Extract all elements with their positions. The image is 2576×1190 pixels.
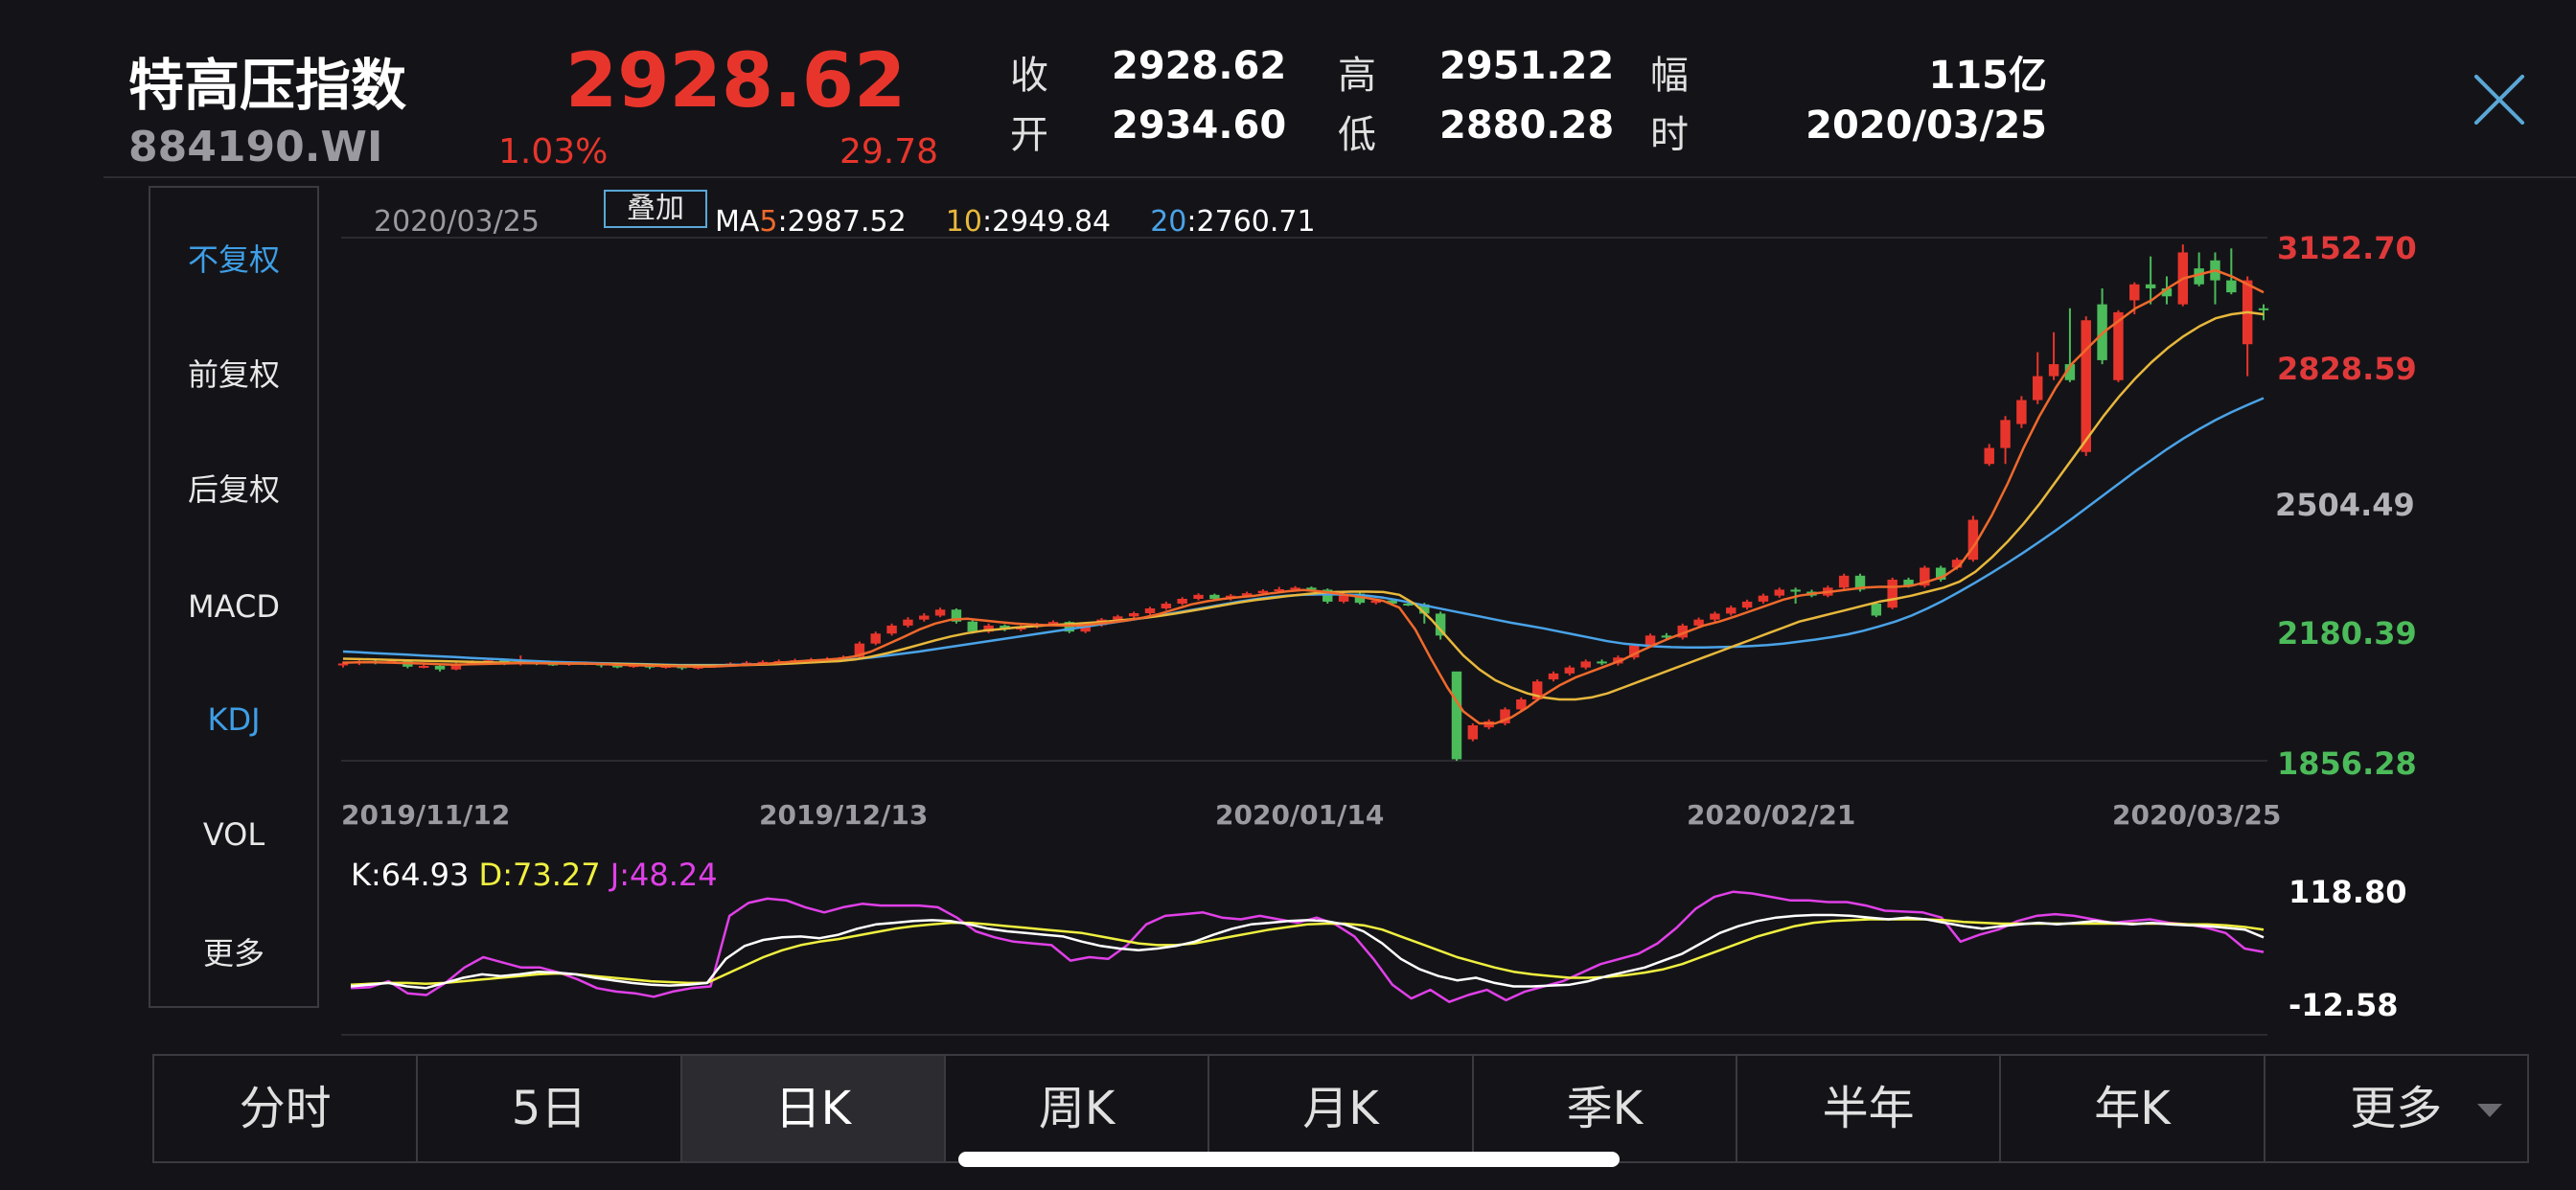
candle-body <box>1597 661 1607 664</box>
candle-body <box>1580 661 1591 668</box>
candle-body <box>1209 594 1220 600</box>
tab-monthly-k[interactable]: 月K <box>1209 1056 1474 1161</box>
candle-body <box>1838 575 1850 588</box>
candle-body <box>1564 667 1576 674</box>
candle-body <box>1128 612 1139 617</box>
period-tab-bar: 分时 5日 日K 周K 月K 季K 半年 年K 更多 <box>152 1054 2529 1163</box>
kdj-lines <box>350 890 2265 1003</box>
candle-body <box>903 619 913 626</box>
chart-grid <box>341 237 2267 1036</box>
candle-body <box>1693 619 1704 626</box>
candle-body <box>1984 447 1994 465</box>
kline-chart[interactable] <box>0 0 2576 1190</box>
tab-intraday[interactable]: 分时 <box>154 1056 419 1161</box>
candle-body <box>1451 671 1462 760</box>
kdj-k-line <box>350 913 2265 990</box>
candle-body <box>2016 400 2027 424</box>
candle-body <box>2129 284 2140 301</box>
candle-body <box>2000 420 2011 448</box>
candle-body <box>1871 604 1882 616</box>
candle-body <box>919 615 930 620</box>
kdj-j-line <box>350 890 2265 1003</box>
candle-body <box>434 665 446 670</box>
ma5-line <box>342 268 2265 725</box>
tab-more-label: 更多 <box>2350 1082 2443 1135</box>
chevron-down-icon <box>2476 1104 2502 1117</box>
candle-body <box>870 633 881 644</box>
candle-body <box>418 665 429 668</box>
tab-more[interactable]: 更多 <box>2266 1056 2527 1161</box>
candle-body <box>1710 613 1720 620</box>
candle-body <box>1758 595 1769 602</box>
tab-yearly-k[interactable]: 年K <box>2001 1056 2266 1161</box>
candle-body <box>1177 599 1187 605</box>
candle-body <box>1548 673 1559 680</box>
ma10-line <box>342 310 2265 701</box>
candle-body <box>934 609 946 616</box>
candlestick-series <box>337 244 2269 762</box>
candle-body <box>2033 376 2043 400</box>
tab-half-year[interactable]: 半年 <box>1737 1056 2002 1161</box>
candle-body <box>886 625 897 634</box>
candle-body <box>1144 608 1156 613</box>
candle-body <box>2048 364 2059 377</box>
candle-body <box>1741 601 1753 608</box>
candle-body <box>967 621 978 632</box>
candle-body <box>2258 308 2269 310</box>
tab-quarterly-k[interactable]: 季K <box>1474 1056 1737 1161</box>
candle-body <box>337 663 349 666</box>
tab-5day[interactable]: 5日 <box>418 1056 682 1161</box>
tab-weekly-k[interactable]: 周K <box>946 1056 1210 1161</box>
candle-body <box>2226 280 2237 293</box>
candle-body <box>2145 284 2156 288</box>
candle-body <box>1467 725 1479 740</box>
moving-average-lines <box>342 268 2265 725</box>
candle-body <box>1790 589 1801 592</box>
candle-body <box>1887 580 1898 608</box>
home-indicator <box>958 1152 1620 1167</box>
candle-body <box>1726 607 1736 614</box>
candle-body <box>1161 604 1172 609</box>
candle-body <box>1774 589 1785 596</box>
candle-body <box>2081 320 2091 452</box>
candle-body <box>1193 594 1204 600</box>
tab-daily-k[interactable]: 日K <box>681 1056 946 1161</box>
